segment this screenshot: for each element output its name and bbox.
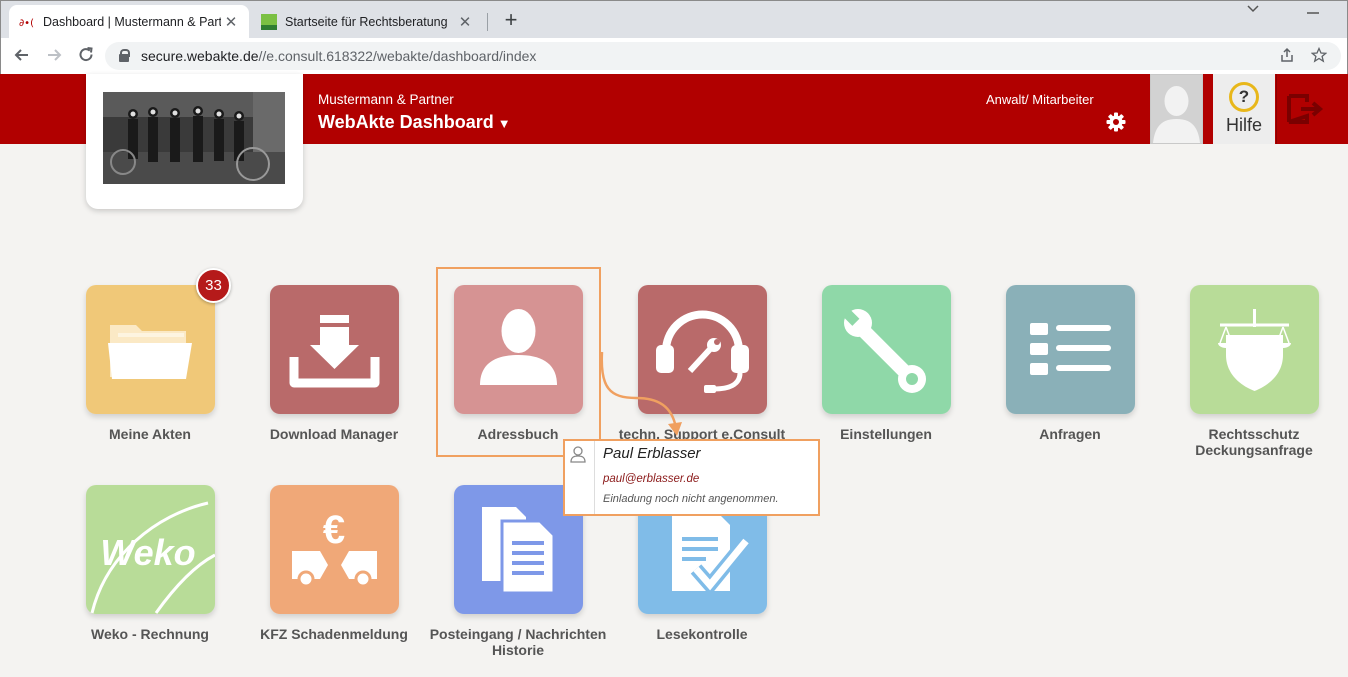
tile-meine-akten[interactable]: Meine Akten: [60, 285, 240, 442]
tile-label: Rechtsschutz Deckungsanfrage: [1195, 426, 1313, 458]
close-tab-icon[interactable]: ✕: [455, 13, 475, 31]
question-icon: ?: [1229, 82, 1259, 112]
econsult-favicon: ∂•(: [19, 14, 35, 30]
tile-rechtsschutz[interactable]: Rechtsschutz Deckungsanfrage: [1164, 285, 1344, 458]
tile-einstellungen[interactable]: Einstellungen: [796, 285, 976, 442]
contact-icon: [565, 441, 595, 514]
highlight-frame: [436, 267, 601, 457]
minimize-icon[interactable]: [1307, 3, 1319, 23]
contact-status: Einladung noch nicht angenommen.: [603, 493, 779, 505]
tile-box: [1189, 285, 1319, 414]
tile-label: Download Manager: [269, 426, 399, 442]
callout-arrow: [600, 351, 682, 436]
tile-box: Weko: [85, 485, 215, 614]
tile-box: [1005, 285, 1135, 414]
tile-label: Lesekontrolle: [656, 626, 748, 642]
list-icon: [1005, 285, 1135, 414]
reload-icon[interactable]: [75, 45, 97, 67]
tab-title: Dashboard | Mustermann & Partner: [43, 15, 221, 29]
tile-label: Posteingang / Nachrichten Historie: [429, 626, 607, 658]
tab-dashboard[interactable]: ∂•( Dashboard | Mustermann & Partner ✕: [9, 5, 249, 39]
svg-text:€: €: [322, 508, 344, 552]
tile-box: [269, 285, 399, 414]
tab-search-icon[interactable]: [1246, 1, 1260, 21]
tile-box: [85, 285, 215, 414]
datev-favicon: [261, 14, 277, 30]
notification-badge: 33: [196, 268, 231, 303]
car-damage-icon: €: [269, 485, 399, 614]
svg-text:Weko: Weko: [100, 532, 195, 573]
tile-weko-rechnung[interactable]: Weko Weko - Rechnung: [60, 485, 240, 642]
tile-box: [821, 285, 951, 414]
scales-shield-icon: [1189, 285, 1319, 414]
firm-name: Mustermann & Partner: [318, 92, 454, 107]
logout-button[interactable]: [1276, 74, 1328, 144]
tile-anfragen[interactable]: Anfragen: [980, 285, 1160, 442]
help-button[interactable]: ? Hilfe: [1213, 74, 1275, 144]
contact-name: Paul Erblasser: [603, 445, 701, 462]
tile-label: Meine Akten: [109, 426, 191, 442]
firm-logo-card: [86, 74, 303, 209]
new-tab-button[interactable]: +: [499, 7, 523, 33]
forward-icon[interactable]: [43, 45, 65, 67]
address-bar[interactable]: secure.webakte.de//e.consult.618322/weba…: [105, 42, 1341, 70]
share-icon[interactable]: [1279, 47, 1295, 67]
tile-kfz-schadenmeldung[interactable]: € KFZ Schadenmeldung: [244, 485, 424, 642]
caret-down-icon: ▼: [497, 116, 511, 131]
tile-label: Anfragen: [1039, 426, 1101, 442]
wrench-icon: [821, 285, 951, 414]
bookmark-star-icon[interactable]: [1310, 46, 1328, 67]
tile-label: Weko - Rechnung: [91, 626, 209, 642]
tile-download-manager[interactable]: Download Manager: [244, 285, 424, 442]
folder-icon: [85, 285, 215, 414]
dashboard-title-menu[interactable]: WebAkte Dashboard ▼: [318, 112, 511, 133]
back-icon[interactable]: [11, 45, 33, 67]
tile-box: €: [269, 485, 399, 614]
lock-icon: [119, 49, 130, 62]
contact-email[interactable]: paul@erblasser.de: [603, 473, 699, 485]
gear-icon[interactable]: [1104, 110, 1128, 134]
svg-text:∂•(: ∂•(: [19, 18, 34, 28]
role-label: Anwalt/ Mitarbeiter: [986, 92, 1094, 107]
tile-label: Einstellungen: [840, 426, 932, 442]
firm-photo: [103, 92, 285, 184]
tile-label: KFZ Schadenmeldung: [260, 626, 408, 642]
tab-separator: [487, 13, 488, 31]
logout-icon: [1287, 94, 1324, 124]
contact-tooltip: Paul Erblasser paul@erblasser.de Einladu…: [563, 439, 820, 516]
close-tab-icon[interactable]: ✕: [221, 13, 241, 31]
help-label: Hilfe: [1225, 115, 1262, 135]
browser-tab-strip: ∂•( Dashboard | Mustermann & Partner ✕ S…: [0, 0, 1348, 39]
weko-logo: Weko: [85, 485, 215, 614]
browser-toolbar: secure.webakte.de//e.consult.618322/weba…: [0, 38, 1348, 74]
tab-title: Startseite für Rechtsberatung: [285, 15, 448, 29]
download-icon: [269, 285, 399, 414]
tab-rechtsberatung[interactable]: Startseite für Rechtsberatung ✕: [251, 5, 483, 39]
user-avatar[interactable]: [1150, 74, 1203, 144]
url-text: secure.webakte.de//e.consult.618322/weba…: [141, 48, 537, 64]
